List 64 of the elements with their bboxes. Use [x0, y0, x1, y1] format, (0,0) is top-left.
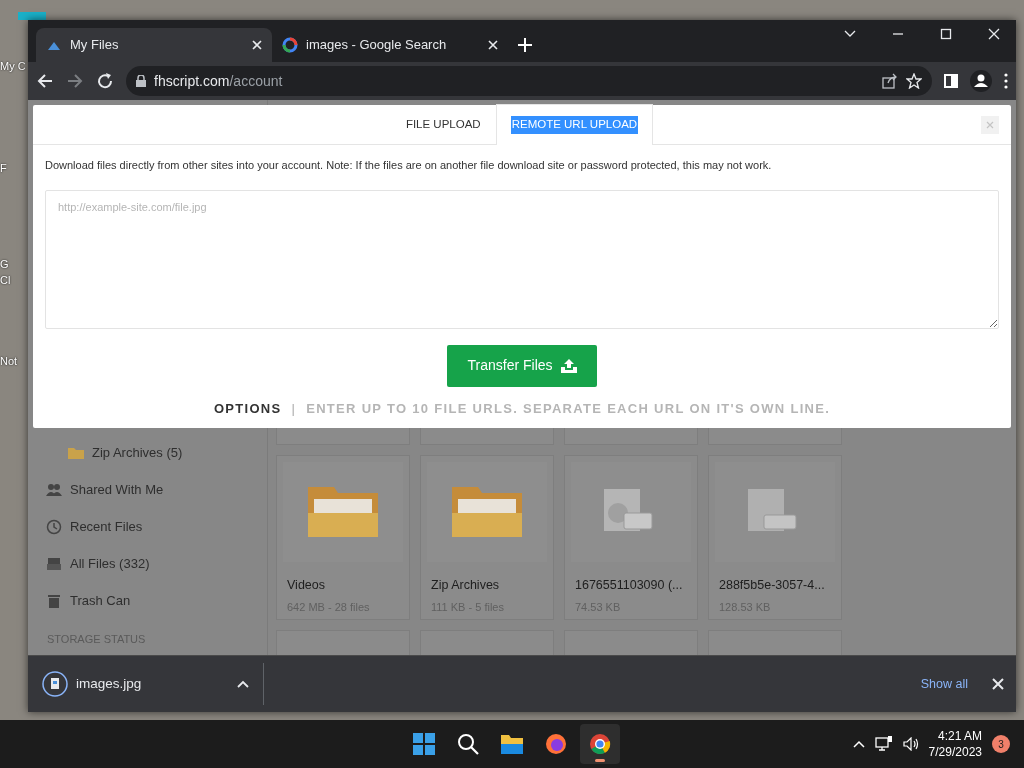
- desktop-icon-label[interactable]: Not: [0, 353, 18, 370]
- folder-icon: [452, 487, 522, 537]
- description-text: Download files directly from other sites into your account. Note: If the files are on another file download site or password protected, this may not work.: [44, 158, 773, 173]
- clock[interactable]: 4:21 AM 7/29/2023: [928, 728, 982, 760]
- url-input-field[interactable]: http://example-site.com/file.jpg: [45, 189, 999, 329]
- profile-icon[interactable]: [970, 70, 992, 92]
- desktop-icon-label[interactable]: Cl: [0, 272, 11, 289]
- file-icon: [42, 671, 68, 697]
- browser-tab[interactable]: My Files: [36, 28, 272, 62]
- reload-icon[interactable]: [96, 72, 114, 90]
- address-text: fhscript.com/account: [154, 71, 283, 91]
- options-label: OPTIONS: [213, 399, 282, 418]
- trash-icon: [46, 592, 62, 609]
- search-icon: [457, 733, 479, 755]
- dialog-tab[interactable]: REMOTE URL UPLOAD: [495, 104, 654, 145]
- volume-icon[interactable]: [902, 737, 919, 751]
- notification-badge[interactable]: 3: [992, 735, 1010, 753]
- desktop-icon-label[interactable]: My C: [0, 58, 26, 75]
- browser-tab[interactable]: images - Google Search: [272, 28, 508, 62]
- maximize-icon[interactable]: [940, 28, 952, 40]
- transfer-button[interactable]: Transfer Files: [447, 344, 597, 387]
- forward-icon[interactable]: [66, 72, 84, 90]
- lock-icon: [136, 75, 146, 87]
- dialog-tab[interactable]: FILE UPLOAD: [390, 104, 496, 144]
- close-icon[interactable]: [992, 678, 1004, 690]
- file-name: Videos: [286, 577, 326, 594]
- star-icon[interactable]: [906, 73, 922, 89]
- new-tab-icon[interactable]: [518, 38, 532, 52]
- address-bar[interactable]: fhscript.com/account: [126, 66, 932, 96]
- file-name: 288f5b5e-3057-4...: [718, 577, 826, 594]
- close-icon[interactable]: [988, 28, 1000, 40]
- separator-text: |: [291, 399, 297, 418]
- sidebar-item[interactable]: Recent Files: [28, 508, 267, 545]
- share-icon[interactable]: [882, 73, 898, 89]
- close-icon[interactable]: [488, 40, 498, 50]
- network-icon[interactable]: [874, 736, 893, 752]
- sidebar-item[interactable]: Shared With Me: [28, 471, 267, 508]
- caret-icon[interactable]: [237, 680, 249, 688]
- file-name: Zip Archives: [430, 577, 501, 594]
- chevron-up-icon[interactable]: [852, 740, 865, 748]
- clock-icon: [46, 518, 62, 535]
- options-hint: ENTER UP TO 10 FILE URLS. SEPARATE EACH URL ON IT'S OWN LINE.: [306, 399, 831, 418]
- file-name: 1676551103090 (...: [574, 577, 684, 594]
- sidebar-item[interactable]: Zip Archives (5): [28, 434, 267, 471]
- folder-icon: [501, 733, 523, 755]
- close-icon: [986, 121, 994, 129]
- taskbar-app[interactable]: [580, 724, 620, 764]
- people-icon: [46, 481, 62, 498]
- sidebar-item[interactable]: All Files (332): [28, 545, 267, 582]
- menu-icon[interactable]: [1004, 73, 1008, 89]
- side-panel-icon[interactable]: [944, 74, 958, 88]
- desktop-icon-label[interactable]: F: [0, 160, 7, 177]
- drawer-icon: [46, 555, 62, 572]
- upload-icon: [560, 358, 577, 373]
- sidebar-item[interactable]: Trash Can: [28, 582, 267, 619]
- show-all-link[interactable]: Show all: [914, 673, 974, 695]
- download-item[interactable]: images.jpg: [42, 663, 264, 705]
- close-icon[interactable]: [252, 40, 262, 50]
- firefox-icon: [545, 733, 567, 755]
- windows-icon: [413, 733, 435, 755]
- chrome-icon: [589, 733, 611, 755]
- back-icon[interactable]: [36, 72, 54, 90]
- desktop-icon-label[interactable]: G: [0, 256, 9, 273]
- folder-icon: [308, 487, 378, 537]
